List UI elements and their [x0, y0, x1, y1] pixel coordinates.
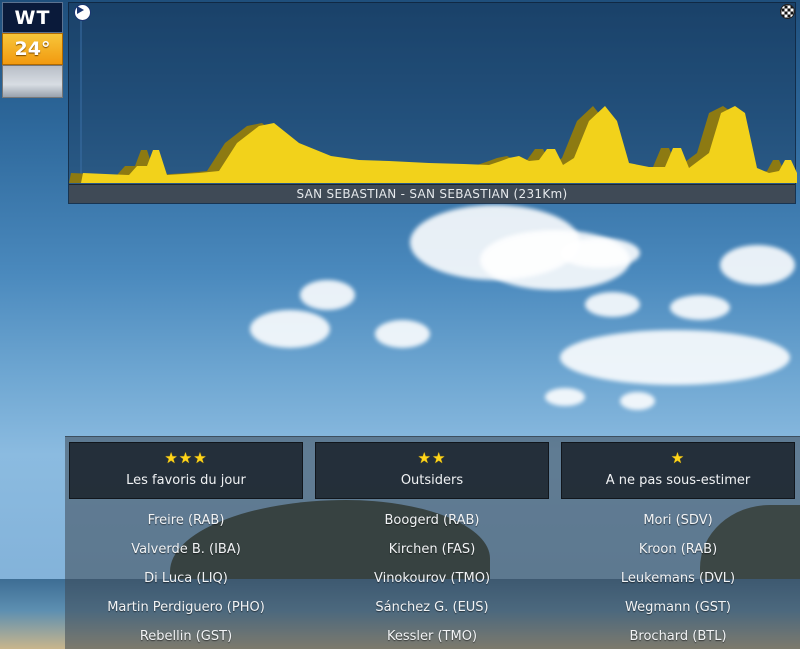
elevation-profile-fill — [81, 106, 797, 183]
temperature-badge: 24° — [2, 33, 63, 65]
rider-name[interactable]: Kirchen (FAS) — [315, 540, 549, 569]
category-label: A ne pas sous-estimer — [605, 473, 751, 488]
rider-name[interactable]: Mori (SDV) — [561, 511, 795, 540]
rider-name[interactable]: Brochard (BTL) — [561, 627, 795, 649]
rider-name[interactable]: Kroon (RAB) — [561, 540, 795, 569]
rider-name[interactable]: Rebellin (GST) — [69, 627, 303, 649]
route-label: SAN SEBASTIAN - SAN SEBASTIAN (231Km) — [69, 184, 795, 203]
stage-profile-panel: SAN SEBASTIAN - SAN SEBASTIAN (231Km) — [68, 2, 797, 204]
category-favourites[interactable]: ★★★ Les favoris du jour — [69, 442, 303, 499]
weather-widget: WT 24° — [2, 2, 63, 99]
overcast-sky-icon — [2, 65, 63, 98]
favourites-rider-list: Freire (RAB) Valverde B. (IBA) Di Luca (… — [69, 511, 303, 649]
category-outsiders[interactable]: ★★ Outsiders — [315, 442, 549, 499]
rider-name[interactable]: Vinokourov (TMO) — [315, 569, 549, 598]
favourites-section: ★★★ Les favoris du jour ★★ Outsiders ★ A… — [65, 436, 800, 649]
rider-name[interactable]: Valverde B. (IBA) — [69, 540, 303, 569]
rider-name[interactable]: Sánchez G. (EUS) — [315, 598, 549, 627]
rider-name[interactable]: Martin Perdiguero (PHO) — [69, 598, 303, 627]
two-stars-icon: ★★ — [417, 449, 447, 467]
checkered-flag-icon — [780, 4, 795, 19]
rider-name[interactable]: Freire (RAB) — [69, 511, 303, 540]
rider-name[interactable]: Boogerd (RAB) — [315, 511, 549, 540]
rider-name[interactable]: Kessler (TMO) — [315, 627, 549, 649]
rider-name[interactable]: Leukemans (DVL) — [561, 569, 795, 598]
rider-name[interactable]: Wegmann (GST) — [561, 598, 795, 627]
underestimated-rider-list: Mori (SDV) Kroon (RAB) Leukemans (DVL) W… — [561, 511, 795, 649]
stage-profile-chart — [69, 17, 797, 183]
play-icon[interactable] — [74, 4, 91, 21]
category-label: Les favoris du jour — [126, 473, 246, 488]
one-star-icon: ★ — [670, 449, 686, 467]
category-underestimated[interactable]: ★ A ne pas sous-estimer — [561, 442, 795, 499]
rider-name[interactable]: Di Luca (LIQ) — [69, 569, 303, 598]
outsiders-rider-list: Boogerd (RAB) Kirchen (FAS) Vinokourov (… — [315, 511, 549, 649]
category-label: Outsiders — [400, 473, 464, 488]
race-category-code: WT — [2, 2, 63, 33]
three-stars-icon: ★★★ — [164, 449, 208, 467]
